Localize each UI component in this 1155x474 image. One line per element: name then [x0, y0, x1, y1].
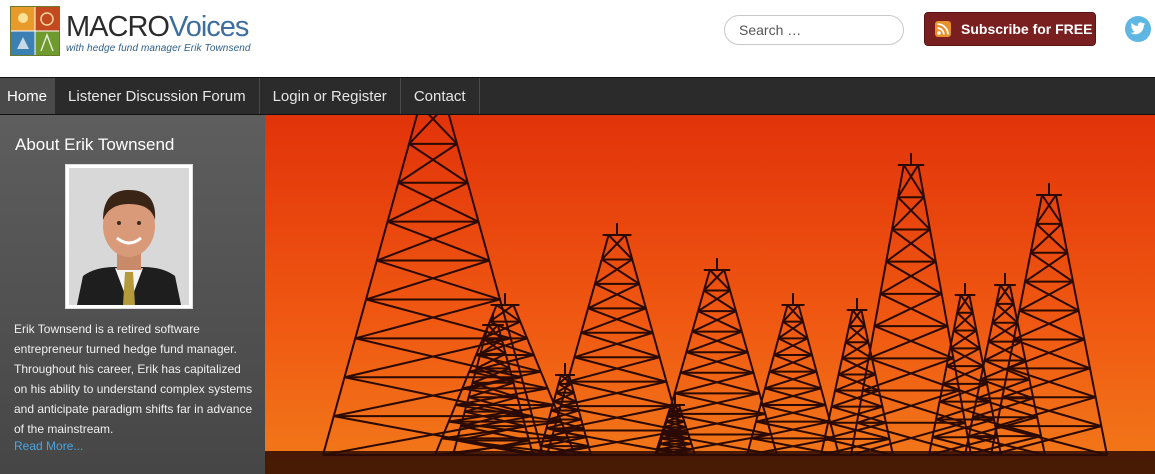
sidebar-title: About Erik Townsend [15, 135, 175, 154]
nav-item-forum[interactable]: Listener Discussion Forum [55, 78, 260, 114]
main-nav: Home Listener Discussion Forum Login or … [0, 77, 1155, 115]
nav-item-label: Home [7, 87, 48, 105]
logo-title: MACROVoices [66, 12, 251, 42]
rss-icon [935, 21, 951, 37]
subscribe-button[interactable]: Subscribe for FREE [924, 12, 1096, 46]
about-sidebar: About Erik Townsend Erik Townsend is a r… [0, 115, 265, 474]
logo-tagline: with hedge fund manager Erik Townsend [66, 43, 251, 54]
nav-item-login[interactable]: Login or Register [260, 78, 401, 114]
nav-item-home[interactable]: Home [0, 78, 56, 114]
author-photo-frame [65, 164, 193, 309]
macrovoices-logo-icon [10, 6, 60, 56]
logo-title-voices: Voices [168, 11, 249, 43]
nav-item-label: Contact [413, 87, 466, 105]
logo-text: MACROVoices with hedge fund manager Erik… [66, 12, 251, 54]
nav-item-label: Listener Discussion Forum [68, 87, 246, 105]
read-more-link[interactable]: Read More... [14, 439, 83, 453]
author-bio: Erik Townsend is a retired software entr… [14, 322, 253, 436]
logo-title-macro: MACRO [66, 11, 170, 43]
search-input[interactable] [724, 15, 904, 45]
site-header: MACROVoices with hedge fund manager Erik… [0, 0, 1155, 77]
twitter-icon[interactable] [1125, 16, 1151, 42]
site-logo[interactable]: MACROVoices with hedge fund manager Erik… [10, 6, 251, 56]
nav-item-label: Login or Register [272, 87, 387, 105]
erik-townsend-portrait [69, 168, 189, 305]
subscribe-label: Subscribe for FREE [961, 21, 1093, 37]
oil-derricks-sunset-image [265, 115, 1155, 474]
nav-item-contact[interactable]: Contact [401, 78, 480, 114]
